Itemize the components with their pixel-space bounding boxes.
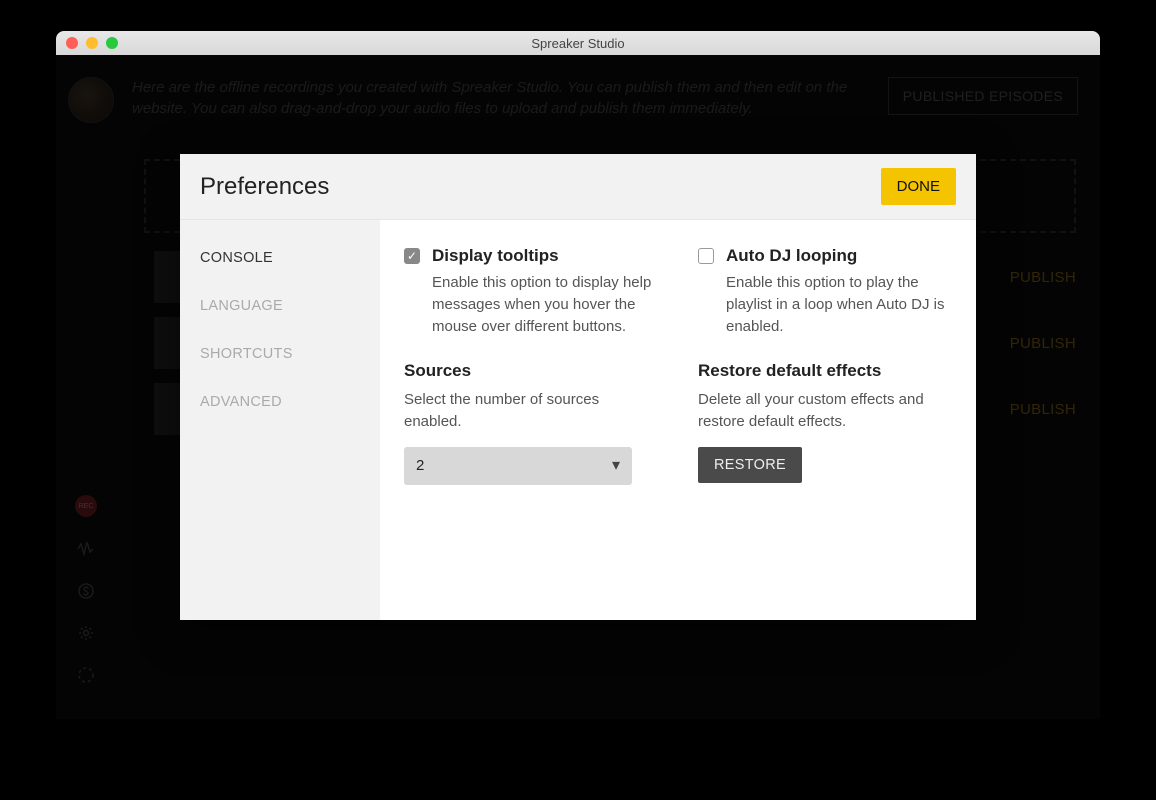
restore-button[interactable]: RESTORE [698, 447, 802, 483]
autodj-title: Auto DJ looping [726, 246, 857, 266]
tooltips-desc: Enable this option to display help messa… [432, 272, 658, 337]
autodj-desc: Enable this option to play the playlist … [726, 272, 952, 337]
restore-title: Restore default effects [698, 361, 952, 381]
sources-select[interactable]: 2 [404, 447, 632, 485]
done-button[interactable]: DONE [881, 168, 956, 205]
tooltips-checkbox[interactable] [404, 248, 420, 264]
sidebar-item-shortcuts[interactable]: SHORTCUTS [180, 330, 380, 378]
preferences-sidebar: CONSOLE LANGUAGE SHORTCUTS ADVANCED [180, 220, 380, 620]
preferences-content: Display tooltips Enable this option to d… [380, 220, 976, 620]
titlebar: Spreaker Studio [56, 31, 1100, 55]
sidebar-item-advanced[interactable]: ADVANCED [180, 378, 380, 426]
restore-desc: Delete all your custom effects and resto… [698, 389, 952, 433]
autodj-checkbox[interactable] [698, 248, 714, 264]
sidebar-item-console[interactable]: CONSOLE [180, 234, 380, 282]
preferences-modal: Preferences DONE CONSOLE LANGUAGE SHORTC… [180, 154, 976, 620]
sources-title: Sources [404, 361, 658, 381]
window-title: Spreaker Studio [56, 36, 1100, 51]
sources-desc: Select the number of sources enabled. [404, 389, 658, 433]
modal-title: Preferences [200, 173, 329, 201]
tooltips-title: Display tooltips [432, 246, 559, 266]
sidebar-item-language[interactable]: LANGUAGE [180, 282, 380, 330]
modal-header: Preferences DONE [180, 154, 976, 220]
